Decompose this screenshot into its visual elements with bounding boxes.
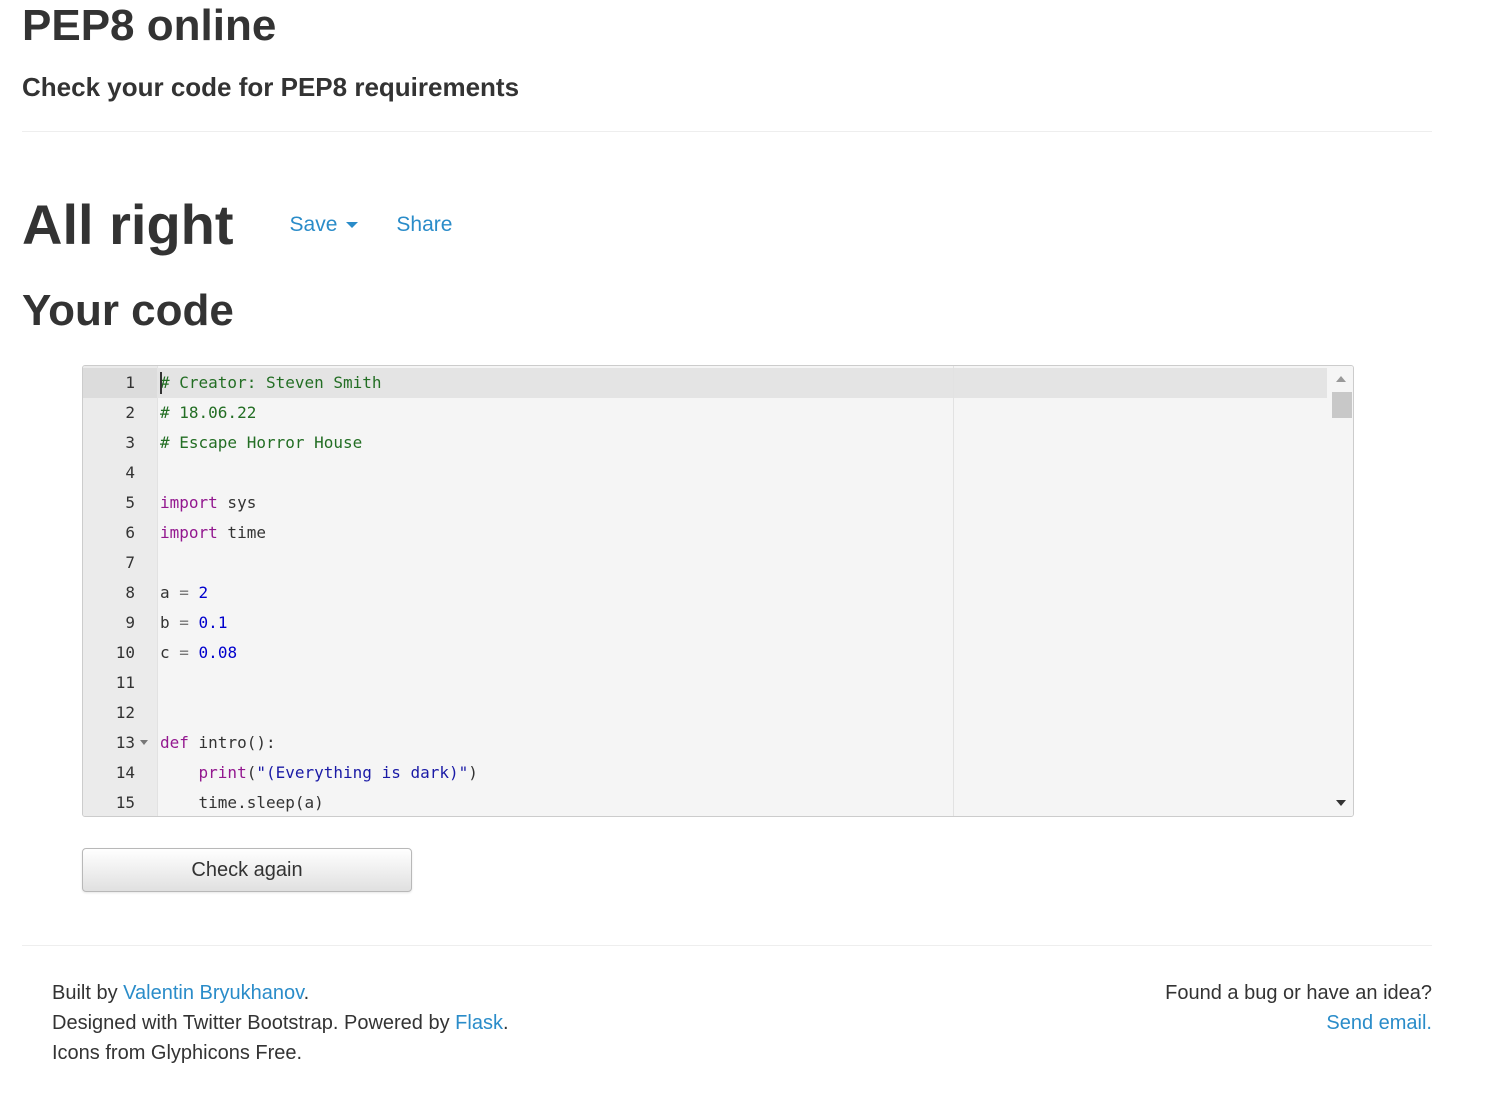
scroll-down-arrow-icon[interactable] [1336,800,1346,806]
footer-credits: Built by Valentin Bryukhanov. Designed w… [52,978,509,1068]
code-line: 2 # 18.06.22 [83,398,1328,428]
designed-period: . [502,1012,509,1034]
line-number: 5 [125,493,135,512]
code-line: 15 time.sleep(a) [83,788,1328,816]
save-dropdown[interactable]: Save [290,213,359,237]
scroll-thumb[interactable] [1332,392,1352,418]
header-divider [22,131,1432,132]
line-number: 3 [125,433,135,452]
code-line: 6 import time [83,518,1328,548]
code-text: # 18.06.22 [160,403,257,422]
code-text: c = 0.08 [160,643,238,662]
scroll-up-arrow-icon[interactable] [1336,376,1346,382]
line-number: 7 [125,553,135,572]
fold-arrow-icon[interactable] [140,740,148,745]
code-line: 9 b = 0.1 [83,608,1328,638]
text-cursor [160,372,162,394]
code-line: 13 def intro(): [83,728,1328,758]
code-text: # Creator: Steven Smith [160,373,382,392]
line-number: 12 [115,703,135,722]
code-text: def intro(): [160,733,276,752]
line-number: 4 [125,463,135,482]
line-number: 13 [115,733,135,752]
line-number: 2 [125,403,135,422]
code-heading: Your code [22,286,234,335]
code-line: 12 [83,698,1328,728]
line-number: 14 [115,763,135,782]
editor-scrollbar[interactable] [1329,366,1353,816]
check-again-button[interactable]: Check again [82,848,412,892]
code-text: b = 0.1 [160,613,228,632]
designed-text: Designed with Twitter Bootstrap. Powered… [52,1012,456,1034]
line-number: 11 [115,673,135,692]
result-status: All right [22,193,234,256]
code-text: # Escape Horror House [160,433,363,452]
code-line: 7 [83,548,1328,578]
save-label: Save [289,213,338,236]
line-number: 9 [125,613,135,632]
built-by-period: . [303,982,310,1004]
code-line: 8 a = 2 [83,578,1328,608]
code-text: import sys [160,493,257,512]
code-text: print("(Everything is dark)") [198,763,478,782]
line-number: 1 [125,373,135,392]
code-line: 4 [83,458,1328,488]
share-link[interactable]: Share [396,213,452,237]
line-number: 8 [125,583,135,602]
line-number: 10 [115,643,135,662]
code-line: 14 print("(Everything is dark)") [83,758,1328,788]
footer-divider [22,945,1432,946]
author-link[interactable]: Valentin Bryukhanov [123,982,303,1004]
code-line: 1 # Creator: Steven Smith [83,368,1328,398]
footer-designed: Designed with Twitter Bootstrap. Powered… [52,1008,509,1038]
result-row: All right Save Share [22,190,452,260]
line-number: 15 [115,793,135,812]
code-line: 5 import sys [83,488,1328,518]
site-title: PEP8 online [22,1,277,50]
flask-link[interactable]: Flask [455,1012,503,1034]
code-text: import time [160,523,266,542]
site-subtitle: Check your code for PEP8 requirements [22,72,520,102]
footer-icons-credit: Icons from Glyphicons Free. [52,1042,303,1064]
footer-contact: Found a bug or have an idea? Send email. [1165,978,1432,1038]
footer-built-by: Built by Valentin Bryukhanov. [52,978,509,1008]
line-number: 6 [125,523,135,542]
caret-down-icon [346,222,359,228]
code-line: 11 [83,668,1328,698]
bug-text: Found a bug or have an idea? [1165,982,1432,1004]
code-line: 3 # Escape Horror House [83,428,1328,458]
code-text: a = 2 [160,583,209,602]
code-editor[interactable]: 1 # Creator: Steven Smith 2 # 18.06.22 3 # Es… [82,365,1354,817]
send-email-link[interactable]: Send email. [1326,1012,1432,1034]
code-line: 10 c = 0.08 [83,638,1328,668]
built-by-text: Built by [52,982,124,1004]
code-text: time.sleep(a) [160,793,324,812]
